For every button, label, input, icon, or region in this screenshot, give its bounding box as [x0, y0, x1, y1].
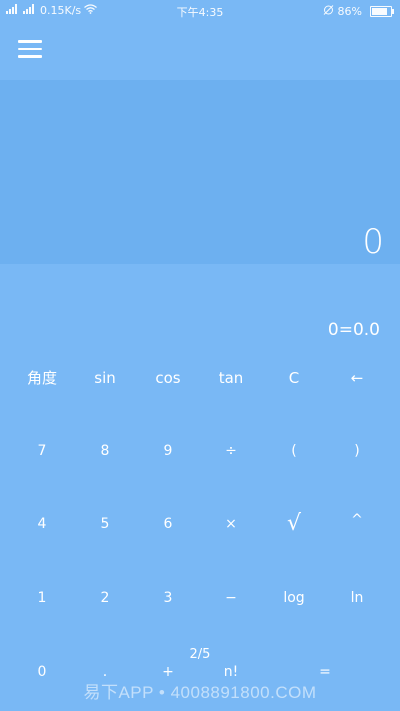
key-3[interactable]: 3 [136, 578, 200, 618]
key-5[interactable]: 5 [73, 504, 137, 544]
key-clear[interactable]: C [262, 358, 326, 398]
key-divide[interactable]: ÷ [199, 431, 263, 471]
key-backspace[interactable]: ← [325, 358, 389, 398]
key-7[interactable]: 7 [10, 431, 74, 471]
key-power[interactable]: ^ [325, 500, 389, 540]
key-4[interactable]: 4 [10, 504, 74, 544]
key-2[interactable]: 2 [73, 578, 137, 618]
key-sqrt[interactable]: √ [262, 504, 326, 544]
key-tan[interactable]: tan [199, 358, 263, 398]
keypad: 角度 sin cos tan C ← 7 8 9 ÷ ( ) 4 5 6 × √… [0, 0, 400, 711]
key-multiply[interactable]: × [199, 504, 263, 544]
page-indicator: 2/5 [189, 647, 211, 662]
key-6[interactable]: 6 [136, 504, 200, 544]
key-angle-mode[interactable]: 角度 [10, 358, 74, 398]
key-ln[interactable]: ln [325, 578, 389, 618]
key-1[interactable]: 1 [10, 578, 74, 618]
key-cos[interactable]: cos [136, 358, 200, 398]
watermark: 易下APP • 4008891800.COM [83, 683, 317, 702]
key-close-paren[interactable]: ) [325, 431, 389, 471]
key-8[interactable]: 8 [73, 431, 137, 471]
key-sin[interactable]: sin [73, 358, 137, 398]
key-log[interactable]: log [262, 578, 326, 618]
key-open-paren[interactable]: ( [262, 431, 326, 471]
key-minus[interactable]: − [199, 578, 263, 618]
key-9[interactable]: 9 [136, 431, 200, 471]
